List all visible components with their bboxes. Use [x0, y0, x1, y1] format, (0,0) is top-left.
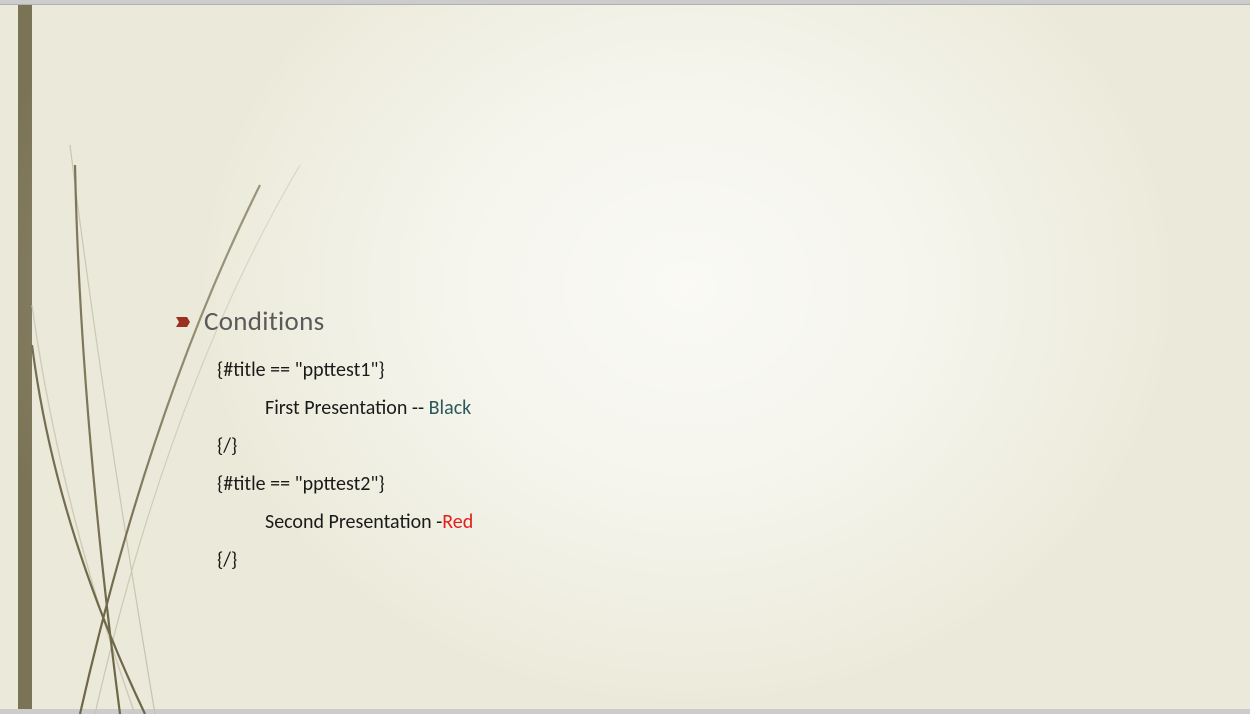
slide-content: Conditions {#title == "ppttest1"} First …: [175, 305, 473, 588]
condition-1-body: First Presentation -- Black: [217, 398, 473, 418]
bullet-icon: [175, 315, 191, 329]
condition-2-close: {/}: [217, 550, 473, 570]
condition-2-body: Second Presentation -Red: [217, 512, 473, 532]
condition-1-open: {#title == "ppttest1"}: [217, 360, 473, 380]
title-row: Conditions: [175, 305, 473, 338]
condition-2-open: {#title == "ppttest2"}: [217, 474, 473, 494]
slide-title: Conditions: [204, 305, 324, 338]
line2-text: Second Presentation -: [265, 510, 442, 534]
line2-color-label: Red: [442, 510, 473, 534]
theme-left-bar: [18, 5, 32, 709]
slide-canvas: Conditions {#title == "ppttest1"} First …: [0, 4, 1250, 709]
line1-text: First Presentation --: [265, 396, 429, 420]
code-block: {#title == "ppttest1"} First Presentatio…: [217, 360, 473, 570]
condition-1-close: {/}: [217, 436, 473, 456]
line1-color-label: Black: [429, 396, 472, 420]
